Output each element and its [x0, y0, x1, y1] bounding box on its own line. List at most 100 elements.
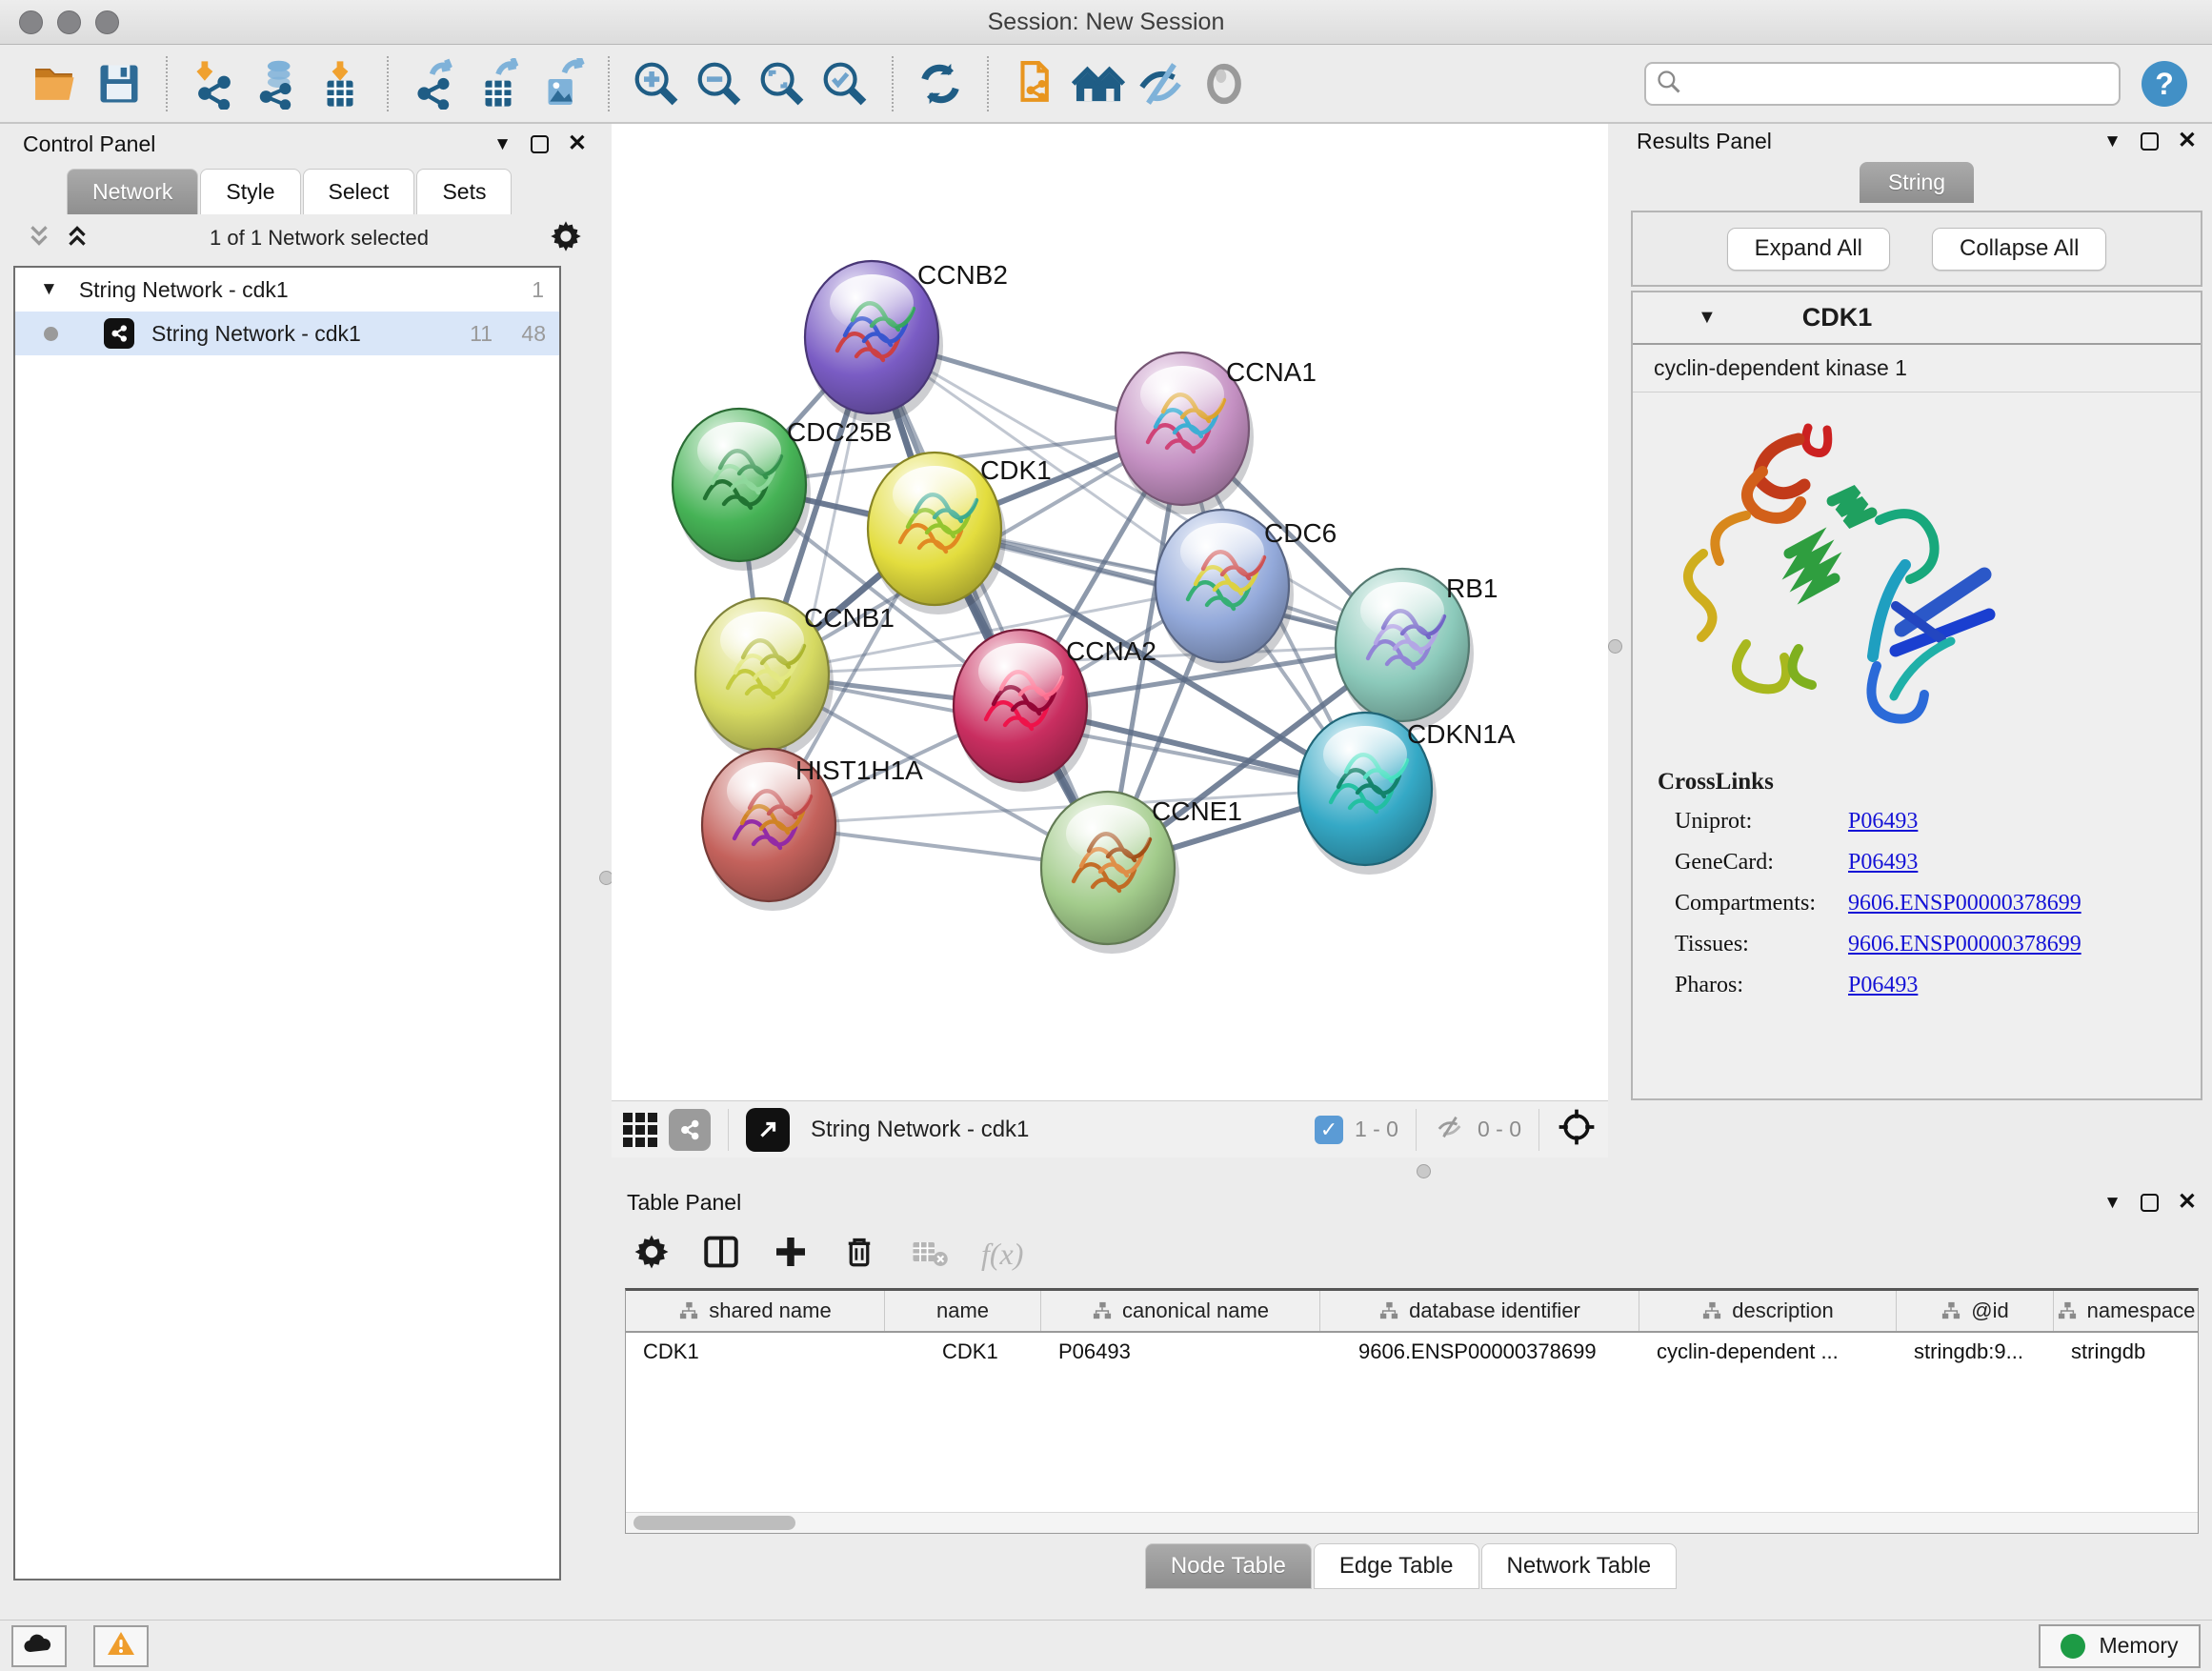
column-header-id[interactable]: @id	[1897, 1291, 2054, 1331]
panel-float-icon[interactable]	[2141, 132, 2159, 151]
export-table-icon[interactable]	[472, 57, 525, 111]
network-node-HIST1H1A[interactable]: HIST1H1A	[702, 749, 923, 911]
detach-view-icon[interactable]	[746, 1108, 790, 1152]
control-panel-splitter[interactable]	[602, 124, 612, 1620]
results-panel-splitter[interactable]	[1608, 124, 1621, 1164]
table-horizontal-scrollbar[interactable]	[626, 1512, 2198, 1533]
cell-description[interactable]: cyclin-dependent ...	[1639, 1333, 1897, 1371]
tab-edge-table[interactable]: Edge Table	[1314, 1543, 1479, 1589]
save-session-icon[interactable]	[92, 57, 146, 111]
import-network-database-icon[interactable]	[251, 57, 304, 111]
warnings-button[interactable]	[93, 1625, 149, 1667]
network-overview-icon[interactable]	[669, 1109, 711, 1151]
refresh-icon[interactable]	[914, 57, 967, 111]
delete-column-icon[interactable]	[840, 1233, 878, 1276]
panel-menu-icon[interactable]: ▼	[2103, 132, 2122, 151]
import-table-file-icon[interactable]	[313, 57, 367, 111]
tab-style[interactable]: Style	[200, 169, 300, 214]
cell-canonical-name[interactable]: P06493	[1041, 1333, 1320, 1371]
panel-close-icon[interactable]: ✕	[568, 132, 587, 155]
cell-name[interactable]: CDK1	[885, 1333, 1041, 1371]
column-header-canonical-name[interactable]: canonical name	[1041, 1291, 1320, 1331]
network-tree-root-row[interactable]: ▼ String Network - cdk1 1	[15, 268, 559, 312]
current-network-name: String Network - cdk1	[811, 1117, 1303, 1143]
cell-database-identifier[interactable]: 9606.ENSP00000378699	[1320, 1333, 1639, 1371]
expand-all-button[interactable]: Expand All	[1727, 228, 1890, 271]
zoom-fit-icon[interactable]	[755, 57, 809, 111]
first-neighbors-icon[interactable]	[1072, 57, 1125, 111]
collapse-all-button[interactable]: Collapse All	[1932, 228, 2106, 271]
export-network-icon[interactable]	[409, 57, 462, 111]
cell-namespace[interactable]: stringdb	[2054, 1333, 2198, 1371]
table-panel-splitter[interactable]	[612, 1158, 2212, 1185]
node-label-CCNB1: CCNB1	[804, 603, 895, 633]
column-header-name[interactable]: name	[885, 1291, 1041, 1331]
table-row[interactable]: CDK1 CDK1 P06493 9606.ENSP00000378699 cy…	[626, 1333, 2198, 1371]
column-header-shared-name[interactable]: shared name	[626, 1291, 885, 1331]
create-column-icon[interactable]	[772, 1233, 810, 1276]
network-node-CCNE1[interactable]: CCNE1	[1041, 792, 1242, 954]
tree-collapse-icon[interactable]: ▼	[40, 279, 58, 300]
show-column-icon[interactable]	[701, 1232, 741, 1277]
network-node-CCNA1[interactable]: CCNA1	[1116, 352, 1317, 514]
column-header-namespace[interactable]: namespace	[2054, 1291, 2198, 1331]
network-node-RB1[interactable]: RB1	[1336, 569, 1498, 731]
panel-float-icon[interactable]	[2141, 1194, 2159, 1212]
zoom-in-icon[interactable]	[630, 57, 683, 111]
uniprot-link[interactable]: P06493	[1848, 809, 1918, 835]
network-node-CDKN1A[interactable]: CDKN1A	[1298, 713, 1516, 875]
network-options-gear-icon[interactable]	[549, 219, 583, 258]
memory-button[interactable]: Memory	[2039, 1624, 2201, 1668]
open-session-icon[interactable]	[30, 57, 83, 111]
splitter-handle[interactable]	[1417, 1164, 1431, 1178]
panel-close-icon[interactable]: ✕	[2178, 130, 2197, 152]
network-node-CCNB1[interactable]: CCNB1	[695, 598, 895, 760]
collapse-all-icon[interactable]	[27, 223, 51, 254]
tab-select[interactable]: Select	[303, 169, 415, 214]
tab-network[interactable]: Network	[67, 169, 198, 214]
network-icon	[104, 318, 134, 349]
network-tree-child-row[interactable]: String Network - cdk1 11 48	[15, 312, 559, 355]
panel-menu-icon[interactable]: ▼	[2103, 1194, 2122, 1212]
show-all-icon[interactable]	[1197, 57, 1251, 111]
zoom-out-icon[interactable]	[693, 57, 746, 111]
tissues-link[interactable]: 9606.ENSP00000378699	[1848, 932, 2081, 957]
column-header-description[interactable]: description	[1639, 1291, 1897, 1331]
scrollbar-thumb[interactable]	[633, 1516, 795, 1530]
cell-id[interactable]: stringdb:9...	[1897, 1333, 2054, 1371]
grid-view-icon[interactable]	[623, 1113, 657, 1147]
genecard-link[interactable]: P06493	[1848, 850, 1918, 876]
compartments-link[interactable]: 9606.ENSP00000378699	[1848, 891, 2081, 916]
hide-selection-icon[interactable]	[1135, 57, 1188, 111]
pharos-link[interactable]: P06493	[1848, 973, 1918, 998]
network-collection-label: String Network - cdk1	[79, 277, 491, 303]
network-canvas[interactable]: CCNB2CCNA1CDC25BCDK1CDC6RB1CCNB1CCNA2CDK…	[612, 124, 1608, 1100]
network-node-CDK1[interactable]: CDK1	[868, 453, 1052, 614]
function-builder-icon: f(x)	[981, 1237, 1023, 1272]
panel-close-icon[interactable]: ✕	[2178, 1191, 2197, 1214]
expand-all-icon[interactable]	[65, 223, 90, 254]
help-icon[interactable]: ?	[2142, 61, 2187, 107]
import-network-file-icon[interactable]	[188, 57, 241, 111]
tab-network-table[interactable]: Network Table	[1481, 1543, 1678, 1589]
zoom-selected-icon[interactable]	[818, 57, 872, 111]
new-network-from-selection-icon[interactable]	[1009, 57, 1062, 111]
tab-sets[interactable]: Sets	[416, 169, 512, 214]
selected-items-checkbox[interactable]: ✓	[1315, 1116, 1343, 1144]
gene-header[interactable]: ▼ CDK1	[1633, 292, 2201, 345]
birdseye-view-icon[interactable]	[1557, 1107, 1597, 1152]
search-input[interactable]	[1682, 66, 2109, 102]
tab-string[interactable]: String	[1860, 162, 1974, 203]
collapse-gene-icon[interactable]: ▼	[1698, 307, 1717, 329]
export-image-icon[interactable]	[534, 57, 588, 111]
cloud-status-button[interactable]	[11, 1625, 67, 1667]
status-bar: Memory	[0, 1620, 2212, 1671]
tab-node-table[interactable]: Node Table	[1145, 1543, 1312, 1589]
panel-menu-icon[interactable]: ▼	[493, 135, 512, 153]
column-header-database-identifier[interactable]: database identifier	[1320, 1291, 1639, 1331]
splitter-handle[interactable]	[1608, 639, 1622, 654]
table-settings-gear-icon[interactable]	[633, 1233, 671, 1276]
panel-float-icon[interactable]	[531, 135, 549, 153]
network-node-CDC25B[interactable]: CDC25B	[673, 409, 892, 571]
cell-shared-name[interactable]: CDK1	[626, 1333, 885, 1371]
